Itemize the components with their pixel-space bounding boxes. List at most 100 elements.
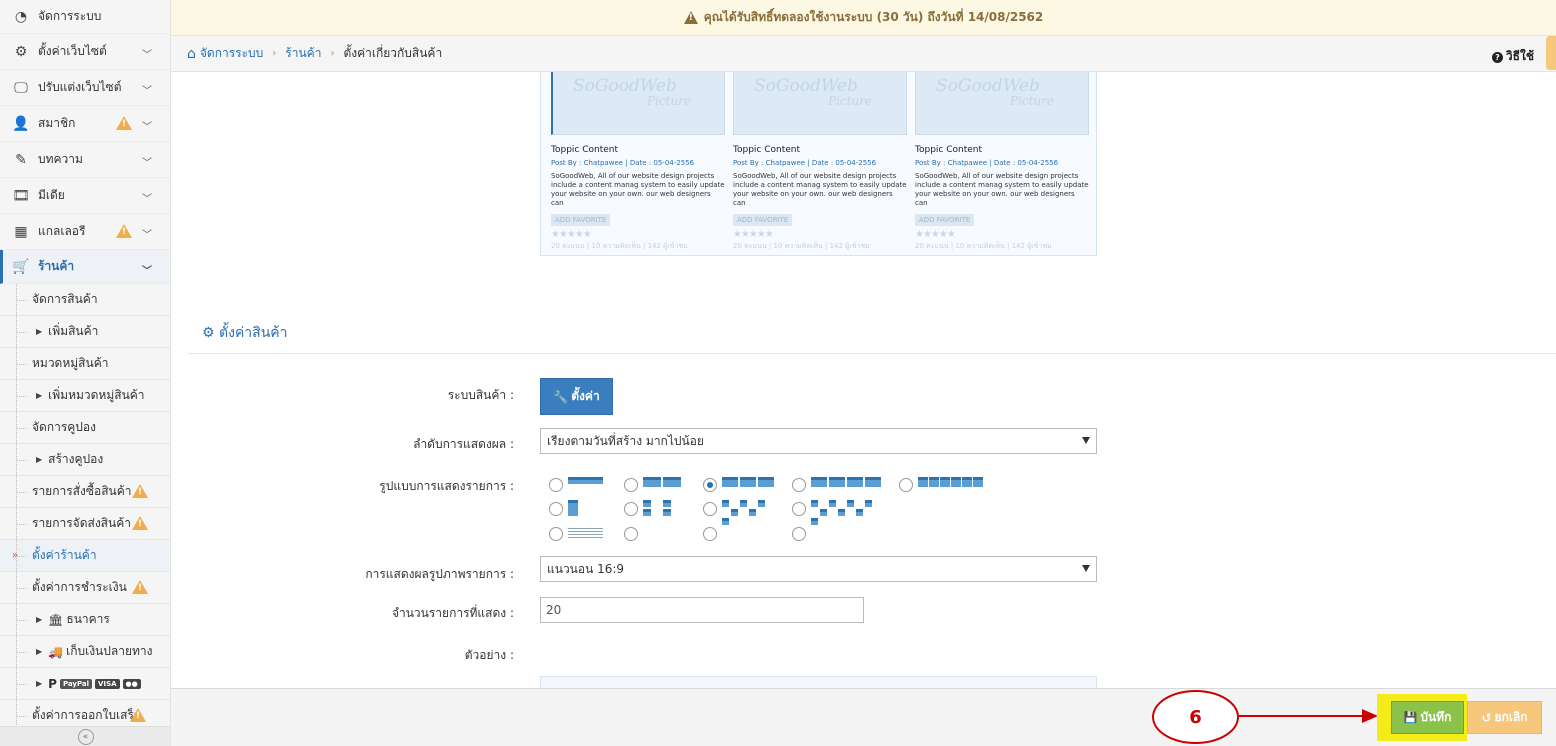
layout-radio-text-grid-2[interactable] (624, 527, 638, 541)
sidebar-item-shop[interactable]: 🛒 ร้านค้า ﹀ (0, 250, 170, 284)
caret-right-icon: ▶ (36, 679, 43, 688)
save-button[interactable]: 💾 บันทึก (1391, 701, 1464, 734)
layout-radio-grid-3-text[interactable] (703, 502, 717, 516)
sidebar-item-label: สมาชิก (38, 116, 76, 130)
layout-grid-4-text-icon (811, 500, 879, 525)
breadcrumb-separator: › (272, 48, 277, 59)
layout-grid-2-icon (643, 477, 681, 487)
sidebar-subitem-payment-settings[interactable]: ตั้งค่าการชำระเงิน ! (0, 572, 170, 604)
sidebar-subitem-add-product[interactable]: ▶ เพิ่มสินค้า (0, 316, 170, 348)
sidebar-item-label: ปรับแต่งเว็บไซต์ (38, 80, 122, 94)
order-select[interactable]: เรียงตามวันที่สร้าง มากไปน้อย (540, 428, 1097, 454)
chevron-down-icon: ﹀ (142, 86, 152, 97)
sidebar-subitem-categories[interactable]: หมวดหมู่สินค้า (0, 348, 170, 380)
caret-right-icon: ▶ (36, 327, 43, 336)
dashboard-icon: ◔ (14, 8, 28, 25)
preview-stats: 20 คะแนน | 10 ความคิดเห็น | 142 ผู้เข้าช… (915, 242, 1052, 250)
chevron-down-icon: ﹀ (142, 158, 152, 169)
breadcrumb-home-link[interactable]: จัดการระบบ (200, 44, 263, 63)
sidebar-item-website-settings[interactable]: ⚙ ตั้งค่าเว็บไซต์ ﹀ (0, 34, 170, 70)
cart-icon: 🛒 (12, 258, 30, 275)
paypal-badge: PayPal (59, 678, 93, 689)
sidebar-item-dashboard[interactable]: ◔ จัดการระบบ (0, 0, 170, 34)
layout-radio-list-text[interactable] (549, 502, 563, 516)
layout-radio-grid-6[interactable] (899, 478, 913, 492)
sidebar-subitem-coupons[interactable]: จัดการคูปอง (0, 412, 170, 444)
image-display-select-value: แนวนอน 16:9 (547, 561, 625, 576)
preview-favorite: ADD FAVORITE (733, 214, 793, 226)
sidebar-collapse-button[interactable]: « (0, 726, 170, 746)
sidebar-item-media[interactable]: 🎞 มีเดีย ﹀ (0, 178, 170, 214)
layout-radio-grid-4[interactable] (792, 478, 806, 492)
sidebar-subitem-label: หมวดหมู่สินค้า (32, 356, 109, 370)
section-divider (188, 353, 1556, 354)
layout-radio-list[interactable] (549, 478, 563, 492)
preview-favorite: ADD FAVORITE (915, 214, 975, 226)
user-icon: 👤 (12, 115, 30, 132)
preview-meta: Post By : Chatpawee | Date : 05-04-2556 (915, 159, 1059, 167)
preview-stars: ★★★★★ (915, 229, 956, 240)
sidebar-subitem-shop-settings[interactable]: » ตั้งค่าร้านค้า (0, 540, 170, 572)
warning-icon: ! (116, 116, 132, 133)
help-link[interactable]: ? วิธีใช้ (1491, 47, 1534, 66)
sidebar-subitem-orders[interactable]: รายการสั่งซื้อสินค้า ! (0, 476, 170, 508)
sidebar-subitem-create-coupon[interactable]: ▶ สร้างคูปอง (0, 444, 170, 476)
layout-radio-grid-2-text[interactable] (624, 502, 638, 516)
layout-grid-4-icon (811, 477, 881, 487)
layout-radio-grid-2[interactable] (624, 478, 638, 492)
wrench-icon: 🔧 (553, 389, 569, 404)
annotation-arrow-head (1362, 709, 1378, 723)
sidebar-subitem-manage-products[interactable]: จัดการสินค้า (0, 284, 170, 316)
layout-grid-3-text-icon (722, 500, 772, 525)
sidebar-subitem-bank[interactable]: ▶ 🏛 ธนาคาร (0, 604, 170, 636)
breadcrumb-shop-link[interactable]: ร้านค้า (285, 44, 321, 63)
layout-radio-text-grid-4[interactable] (792, 527, 806, 541)
layout-list-text-icon (568, 500, 604, 516)
preview-title: Toppic Content (915, 145, 983, 155)
sidebar-item-articles[interactable]: ✎ บทความ ﹀ (0, 142, 170, 178)
layout-radio-grid-3[interactable] (703, 478, 717, 492)
image-display-label: การแสดงผลรูปภาพรายการ : (365, 567, 514, 581)
chevron-down-icon: ﹀ (142, 266, 152, 277)
truck-icon: 🚚 (48, 644, 64, 659)
cancel-button[interactable]: ↺ ยกเลิก (1467, 701, 1542, 734)
sidebar-subitem-add-category[interactable]: ▶ เพิ่มหมวดหมู่สินค้า (0, 380, 170, 412)
preview-stars: ★★★★★ (551, 229, 592, 240)
warning-icon: ! (132, 516, 148, 533)
preview-brand-sub: Picture (1010, 94, 1055, 108)
preview-meta: Post By : Chatpawee | Date : 05-04-2556 (733, 159, 877, 167)
side-panel-tab[interactable] (1546, 36, 1556, 70)
order-label: ลำดับการแสดงผล : (413, 437, 514, 451)
item-count-input[interactable]: 20 (540, 597, 864, 623)
sidebar-item-members[interactable]: 👤 สมาชิก ! ﹀ (0, 106, 170, 142)
footer-bar (171, 688, 1556, 746)
undo-icon: ↺ (1481, 710, 1492, 725)
preview-brand-sub: Picture (828, 94, 873, 108)
sidebar-item-gallery[interactable]: ▦ แกลเลอรี ! ﹀ (0, 214, 170, 250)
layout-label: รูปแบบการแสดงรายการ : (379, 479, 514, 493)
preview-brand-sub: Picture (647, 94, 692, 108)
dropdown-arrow-icon (1082, 565, 1090, 572)
preview-card: SoGoodWeb Picture Toppic Content Post By… (551, 72, 725, 252)
settings-button[interactable]: 🔧 ตั้งค่า (540, 378, 613, 415)
sidebar: ◔ จัดการระบบ ⚙ ตั้งค่าเว็บไซต์ ﹀ 🖵 ปรับแ… (0, 0, 171, 746)
preview-image: SoGoodWeb Picture (915, 72, 1089, 135)
sidebar-subitem-cod[interactable]: ▶ 🚚 เก็บเงินปลายทาง (0, 636, 170, 668)
image-display-select[interactable]: แนวนอน 16:9 (540, 556, 1097, 582)
layout-list-icon (568, 477, 603, 493)
layout-radio-text-list[interactable] (549, 527, 563, 541)
sidebar-item-website-customize[interactable]: 🖵 ปรับแต่งเว็บไซต์ ﹀ (0, 70, 170, 106)
section-title-text: ตั้งค่าสินค้า (219, 325, 288, 341)
trial-notice-text: คุณได้รับสิทธิ์ทดลองใช้งานระบบ (30 วัน) … (703, 10, 1044, 24)
example-preview (540, 676, 1097, 688)
sidebar-subitem-shipping[interactable]: รายการจัดส่งสินค้า ! (0, 508, 170, 540)
help-label: วิธีใช้ (1505, 49, 1534, 63)
layout-radio-text-grid-3[interactable] (703, 527, 717, 541)
chevron-down-icon: ﹀ (142, 230, 152, 241)
layout-radio-grid-4-text[interactable] (792, 502, 806, 516)
sidebar-subitem-online-payment[interactable]: ▶ P PayPal VISA ●● (0, 668, 170, 700)
sidebar-subitem-label: รายการจัดส่งสินค้า (32, 516, 131, 530)
sidebar-subitem-label: สร้างคูปอง (48, 452, 104, 466)
annotation-callout: 6 (1152, 690, 1239, 744)
item-count-label: จำนวนรายการที่แสดง : (391, 606, 514, 620)
